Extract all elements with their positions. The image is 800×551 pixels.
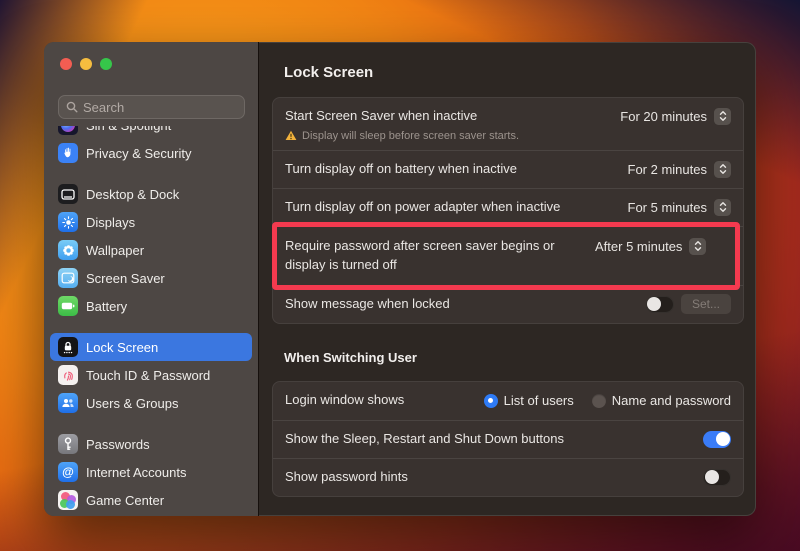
sidebar-group-gap: [50, 167, 252, 180]
search-placeholder: Search: [83, 100, 124, 115]
sidebar-item-siri-spotlight[interactable]: Siri & Spotlight: [50, 126, 252, 139]
sidebar-item-label: Displays: [86, 215, 135, 230]
row-label: Login window shows: [285, 391, 484, 410]
row-display-off-power-adapter: Turn display off on power adapter when i…: [273, 188, 743, 226]
sidebar-list: Siri & Spotlight Privacy & Security Desk…: [50, 126, 252, 516]
sidebar-item-game-center[interactable]: Game Center: [50, 486, 252, 514]
privacy-hand-icon: [58, 143, 78, 163]
users-icon: [58, 393, 78, 413]
warning-caption: Display will sleep before screen saver s…: [285, 130, 731, 142]
radio-unselected-icon: [592, 394, 606, 408]
siri-icon: [58, 126, 78, 135]
row-show-sleep-restart-shutdown: Show the Sleep, Restart and Shut Down bu…: [273, 420, 743, 458]
sidebar-item-internet-accounts[interactable]: @ Internet Accounts: [50, 458, 252, 486]
row-label: Show message when locked: [285, 295, 646, 314]
zoom-button[interactable]: [100, 58, 112, 70]
sidebar-item-users-groups[interactable]: Users & Groups: [50, 389, 252, 417]
show-message-toggle[interactable]: [646, 296, 674, 313]
displays-sun-icon: [58, 212, 78, 232]
row-label: Show password hints: [285, 468, 703, 487]
row-label: Require password after screen saver begi…: [285, 237, 595, 275]
sidebar-item-passwords[interactable]: Passwords: [50, 430, 252, 458]
sidebar-item-label: Game Center: [86, 493, 164, 508]
sidebar-item-label: Wallpaper: [86, 243, 144, 258]
sidebar-item-screen-saver[interactable]: Screen Saver: [50, 264, 252, 292]
fingerprint-icon: [58, 365, 78, 385]
up-down-chevrons-icon: [719, 163, 727, 175]
section-title-when-switching-user: When Switching User: [284, 350, 744, 365]
battery-icon: [58, 296, 78, 316]
set-message-button[interactable]: Set...: [681, 294, 731, 314]
radio-selected-icon: [484, 394, 498, 408]
sidebar-item-desktop-dock[interactable]: Desktop & Dock: [50, 180, 252, 208]
row-show-password-hints: Show password hints: [273, 458, 743, 496]
selected-value: For 2 minutes: [628, 162, 707, 177]
search-icon: [66, 101, 78, 113]
warning-text: Display will sleep before screen saver s…: [302, 130, 519, 142]
up-down-chevrons-icon: [719, 110, 727, 122]
row-login-window-shows: Login window shows List of users Name an…: [273, 382, 743, 420]
radio-label: List of users: [504, 393, 574, 408]
sidebar-item-label: Battery: [86, 299, 127, 314]
sleep-restart-shutdown-toggle[interactable]: [703, 431, 731, 448]
selected-value: After 5 minutes: [595, 239, 682, 254]
sidebar-item-label: Internet Accounts: [86, 465, 186, 480]
game-center-icon: [58, 490, 78, 510]
lock-screen-pane: Lock Screen Start Screen Saver when inac…: [259, 42, 756, 516]
selected-value: For 20 minutes: [620, 109, 707, 124]
wallpaper-flower-icon: [58, 240, 78, 260]
page-title: Lock Screen: [284, 64, 744, 81]
sidebar-item-label: Users & Groups: [86, 396, 178, 411]
minimize-button[interactable]: [80, 58, 92, 70]
lock-screen-settings-group: Start Screen Saver when inactive For 20 …: [272, 97, 744, 324]
sidebar-item-lock-screen[interactable]: Lock Screen: [50, 333, 252, 361]
stepper-control[interactable]: [689, 238, 706, 255]
row-start-screen-saver: Start Screen Saver when inactive For 20 …: [273, 98, 743, 150]
desktop-dock-icon: [58, 184, 78, 204]
row-label: Turn display off on battery when inactiv…: [285, 160, 628, 179]
radio-label: Name and password: [612, 393, 731, 408]
sidebar-item-battery[interactable]: Battery: [50, 292, 252, 320]
sidebar-item-label: Privacy & Security: [86, 146, 191, 161]
sidebar-item-label: Passwords: [86, 437, 150, 452]
sidebar-item-label: Desktop & Dock: [86, 187, 179, 202]
row-display-off-battery: Turn display off on battery when inactiv…: [273, 150, 743, 188]
row-label: Turn display off on power adapter when i…: [285, 198, 628, 217]
password-hints-toggle[interactable]: [703, 469, 731, 486]
key-icon: [58, 434, 78, 454]
row-show-message-when-locked: Show message when locked Set...: [273, 285, 743, 323]
switching-user-settings-group: Login window shows List of users Name an…: [272, 381, 744, 497]
sidebar-item-label: Siri & Spotlight: [86, 126, 171, 133]
radio-name-and-password[interactable]: Name and password: [592, 393, 731, 408]
radio-list-of-users[interactable]: List of users: [484, 393, 574, 408]
screen-saver-icon: [58, 268, 78, 288]
search-input[interactable]: Search: [58, 95, 245, 119]
sidebar-item-displays[interactable]: Displays: [50, 208, 252, 236]
row-label: Start Screen Saver when inactive: [285, 107, 620, 126]
lock-icon: [58, 337, 78, 357]
sidebar-item-touch-id-password[interactable]: Touch ID & Password: [50, 361, 252, 389]
up-down-chevrons-icon: [694, 240, 702, 252]
sidebar-item-label: Screen Saver: [86, 271, 165, 286]
close-button[interactable]: [60, 58, 72, 70]
warning-icon: [285, 130, 297, 141]
up-down-chevrons-icon: [719, 201, 727, 213]
row-label: Show the Sleep, Restart and Shut Down bu…: [285, 430, 703, 449]
system-settings-window: Search Siri & Spotlight Privacy & Securi…: [44, 42, 756, 516]
sidebar-item-wallpaper[interactable]: Wallpaper: [50, 236, 252, 264]
row-require-password: Require password after screen saver begi…: [273, 226, 743, 285]
stepper-control[interactable]: [714, 108, 731, 125]
sidebar: Search Siri & Spotlight Privacy & Securi…: [44, 42, 259, 516]
sidebar-group-gap: [50, 320, 252, 333]
at-sign-icon: @: [58, 462, 78, 482]
window-controls: [60, 58, 112, 70]
sidebar-item-label: Lock Screen: [86, 340, 158, 355]
sidebar-item-label: Touch ID & Password: [86, 368, 210, 383]
sidebar-group-gap: [50, 417, 252, 430]
stepper-control[interactable]: [714, 199, 731, 216]
desktop-wallpaper: { "window": { "app": "System Settings" }…: [0, 0, 800, 551]
selected-value: For 5 minutes: [628, 200, 707, 215]
stepper-control[interactable]: [714, 161, 731, 178]
sidebar-item-privacy-security[interactable]: Privacy & Security: [50, 139, 252, 167]
